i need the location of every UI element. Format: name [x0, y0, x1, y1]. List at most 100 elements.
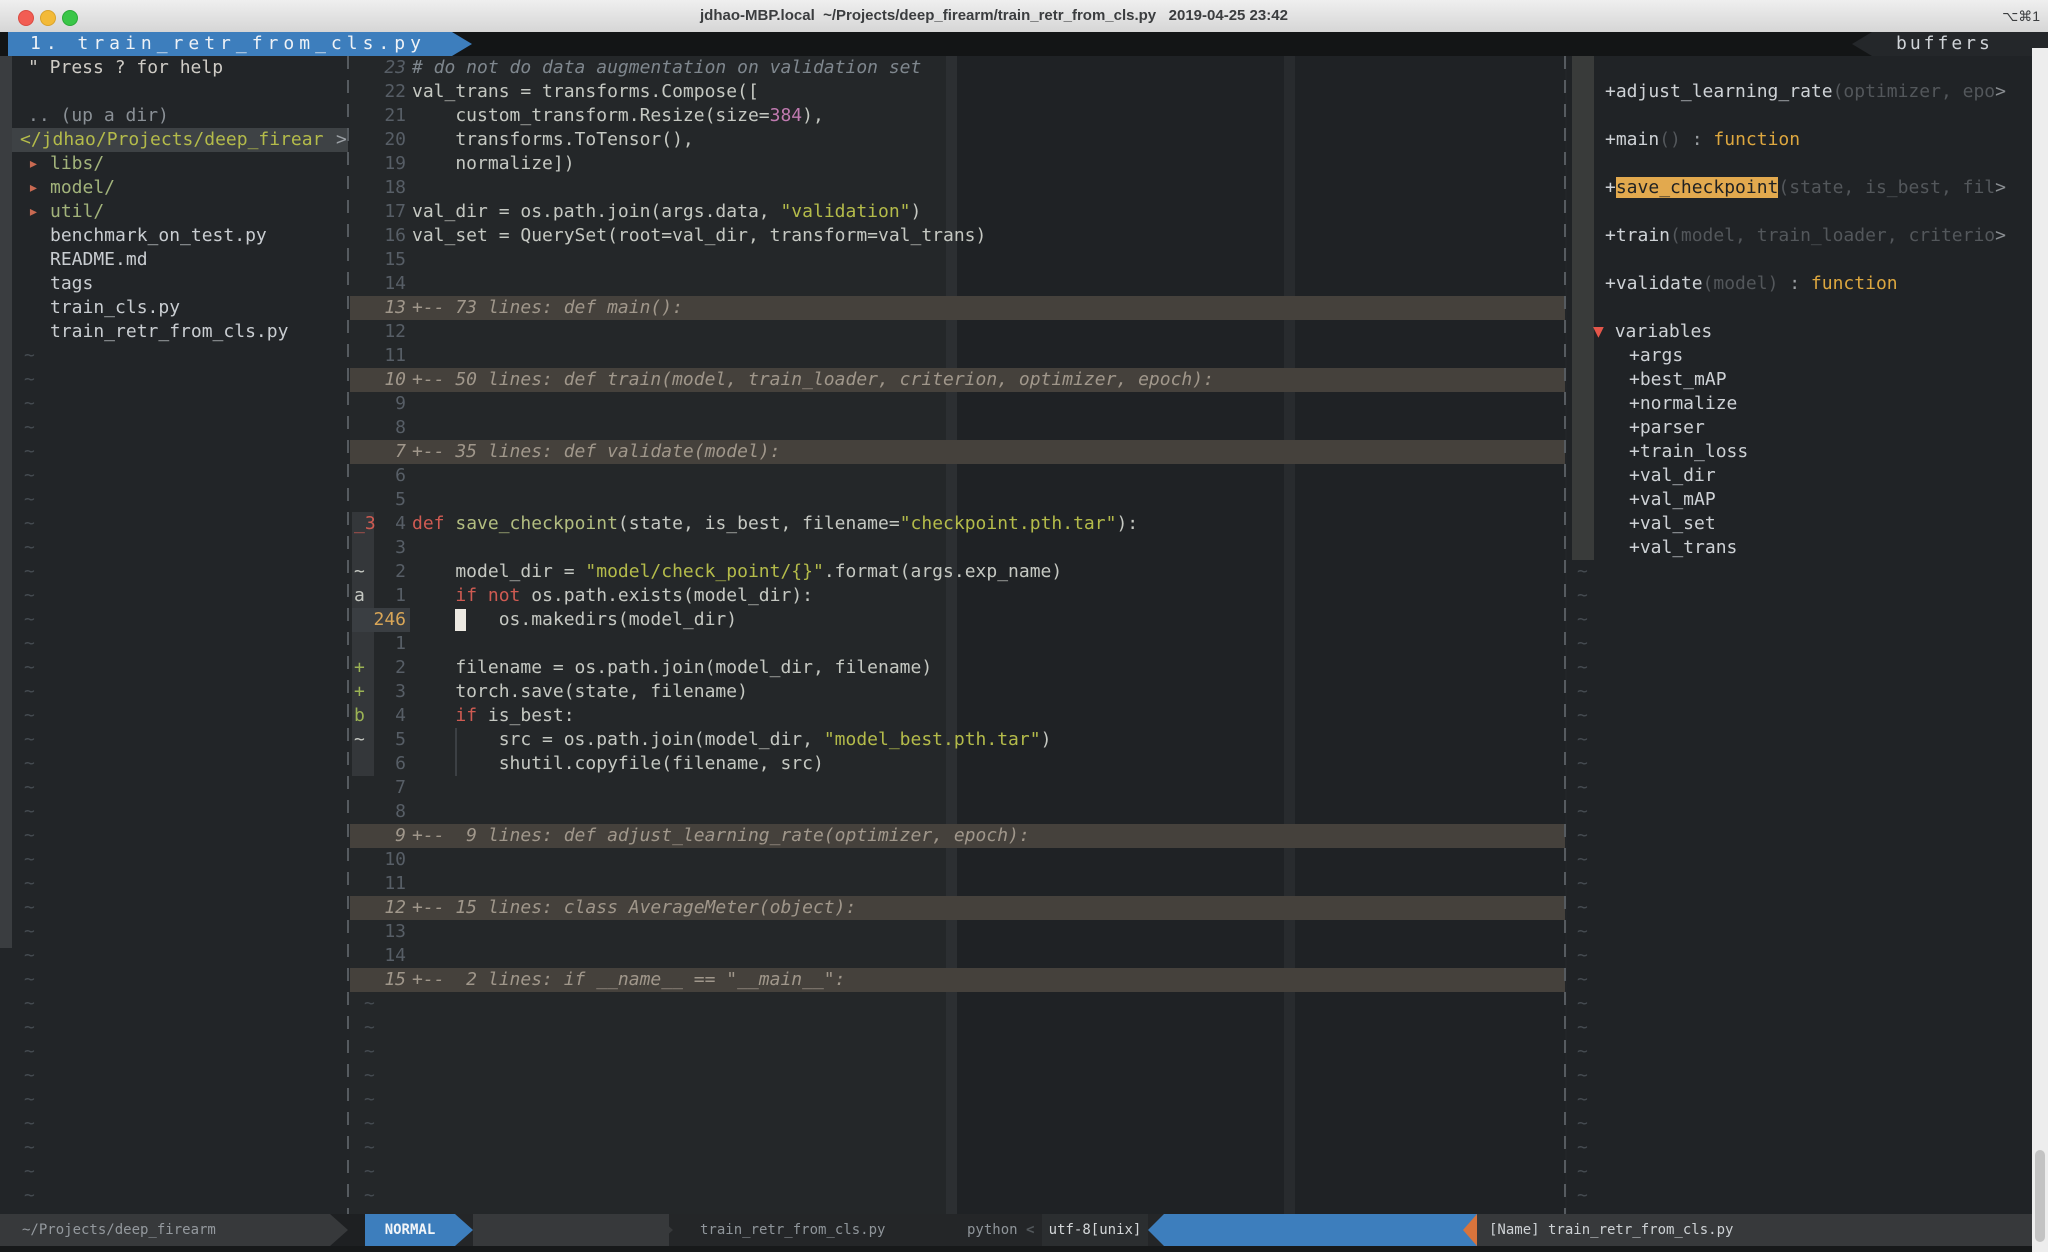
scrollbar-thumb[interactable]: [2035, 1150, 2045, 1242]
code-line[interactable]: 1 if not os.path.exists(model_dir):a: [350, 584, 1565, 608]
tree-dir-model[interactable]: ▸model/: [0, 176, 348, 200]
tag-row[interactable]: [1567, 248, 2032, 272]
tag-var[interactable]: +val_trans: [1567, 536, 2048, 560]
tag-validate[interactable]: +validate(model) : function: [1567, 272, 2048, 296]
code-line[interactable]: 1: [350, 632, 1565, 656]
code-line[interactable]: 8: [350, 800, 1565, 824]
scrollbar[interactable]: [2032, 48, 2048, 1252]
position-segment: 86% ≡ 246/284ln : 5: [1164, 1214, 1493, 1246]
empty-line-tilde: ~: [1577, 992, 1588, 1016]
code-line[interactable]: 3: [350, 536, 1565, 560]
indent-guide: [455, 752, 457, 776]
code-line[interactable]: 3 torch.save(state, filename)+: [350, 680, 1565, 704]
code-line[interactable]: 15: [350, 248, 1565, 272]
code-line[interactable]: 11: [350, 872, 1565, 896]
tag-var[interactable]: +best_mAP: [1567, 368, 2048, 392]
code-line[interactable]: 16val_set = QuerySet(root=val_dir, trans…: [350, 224, 1565, 248]
code-line[interactable]: 12: [350, 320, 1565, 344]
code-line[interactable]: 21 custom_transform.Resize(size=384),: [350, 104, 1565, 128]
tag-row[interactable]: [1567, 200, 2032, 224]
tree-root[interactable]: </jdhao/Projects/deep_firear>: [0, 128, 348, 152]
tree-up-dir[interactable]: .. (up a dir): [0, 104, 348, 128]
tree-dir-util[interactable]: ▸util/: [0, 200, 348, 224]
tree-file[interactable]: benchmark_on_test.py: [0, 224, 348, 248]
empty-line-tilde: ~: [24, 368, 35, 392]
code-line[interactable]: 246 os.makedirs(model_dir): [350, 608, 1565, 632]
tag-var[interactable]: +args: [1567, 344, 2048, 368]
code-line[interactable]: 8: [350, 416, 1565, 440]
code-line[interactable]: 23# do not do data augmentation on valid…: [350, 56, 1565, 80]
window-split-left[interactable]: [347, 56, 349, 1214]
code-line[interactable]: 14: [350, 272, 1565, 296]
tag-section-variables[interactable]: ▼ variables: [1567, 320, 2048, 344]
tag-adjust-learning-rate[interactable]: +adjust_learning_rate(optimizer, epo>: [1567, 80, 2048, 104]
tag-var[interactable]: +train_loss: [1567, 440, 2048, 464]
code-line[interactable]: 5 src = os.path.join(model_dir, "model_b…: [350, 728, 1565, 752]
code-line[interactable]: 20 transforms.ToTensor(),: [350, 128, 1565, 152]
tag-var[interactable]: +val_dir: [1567, 464, 2048, 488]
line-number: 12: [350, 896, 406, 920]
tag-row[interactable]: [1567, 152, 2032, 176]
code-line[interactable]: 9: [350, 392, 1565, 416]
tag-save-checkpoint[interactable]: +save_checkpoint(state, is_best, fil>: [1567, 176, 2048, 200]
tag-var[interactable]: +normalize: [1567, 392, 2048, 416]
code-line[interactable]: 13: [350, 920, 1565, 944]
code-line[interactable]: 10: [350, 848, 1565, 872]
tree-item-label: </jdhao/Projects/deep_firear: [20, 128, 323, 152]
line-number: 13: [350, 920, 406, 944]
folded-line[interactable]: 7+-- 35 lines: def validate(model):: [350, 440, 1565, 464]
minimize-button[interactable]: [40, 10, 56, 26]
folded-line[interactable]: 10+-- 50 lines: def train(model, train_l…: [350, 368, 1565, 392]
tree-help[interactable]: " Press ? for help: [0, 56, 348, 80]
statusline-filename: train_retr_from_cls.py: [700, 1214, 885, 1246]
tag-label: (model, train_loader, criterio: [1670, 225, 1995, 246]
code-line[interactable]: 2 model_dir = "model/check_point/{}".for…: [350, 560, 1565, 584]
tag-var[interactable]: +val_mAP: [1567, 488, 2048, 512]
line-text: val_dir = os.path.join(args.data, "valid…: [412, 200, 921, 224]
dir-arrow-icon[interactable]: ▸: [28, 176, 39, 200]
code-line[interactable]: 6 shutil.copyfile(filename, src): [350, 752, 1565, 776]
tree-file[interactable]: train_cls.py: [0, 296, 348, 320]
text-cursor: [455, 609, 466, 631]
code-line[interactable]: 11: [350, 344, 1565, 368]
tree-row[interactable]: [0, 80, 348, 104]
tree-file[interactable]: README.md: [0, 248, 348, 272]
zoom-button[interactable]: [62, 10, 78, 26]
empty-line-tilde: ~: [24, 560, 35, 584]
tag-var[interactable]: +parser: [1567, 416, 2048, 440]
dir-arrow-icon[interactable]: ▸: [28, 200, 39, 224]
code-line[interactable]: 2 filename = os.path.join(model_dir, fil…: [350, 656, 1565, 680]
tag-label: +validate: [1605, 273, 1703, 294]
tree-file[interactable]: tags: [0, 272, 348, 296]
code-line[interactable]: 18: [350, 176, 1565, 200]
dir-arrow-icon[interactable]: ▸: [28, 152, 39, 176]
code-line[interactable]: 17val_dir = os.path.join(args.data, "val…: [350, 200, 1565, 224]
code-line[interactable]: 7: [350, 776, 1565, 800]
close-button[interactable]: [18, 10, 34, 26]
tag-train[interactable]: +train(model, train_loader, criterio>: [1567, 224, 2048, 248]
tree-file[interactable]: train_retr_from_cls.py: [0, 320, 348, 344]
tag-row[interactable]: [1567, 296, 2032, 320]
empty-line-tilde: ~: [24, 344, 35, 368]
code-line[interactable]: 4 if is_best:b: [350, 704, 1565, 728]
tab-train-retr-from-cls[interactable]: 1. train_retr_from_cls.py: [8, 32, 452, 56]
line-number: 23: [350, 56, 406, 80]
code-line[interactable]: 14: [350, 944, 1565, 968]
editor-window[interactable]: 23# do not do data augmentation on valid…: [350, 56, 1565, 1214]
tag-main[interactable]: +main() : function: [1567, 128, 2048, 152]
tag-row[interactable]: [1567, 104, 2032, 128]
folded-line[interactable]: 15+-- 2 lines: if __name__ == "__main__"…: [350, 968, 1565, 992]
line-number: 18: [350, 176, 406, 200]
code-line[interactable]: 19 normalize]): [350, 152, 1565, 176]
folded-line[interactable]: 12+-- 15 lines: class AverageMeter(objec…: [350, 896, 1565, 920]
code-line[interactable]: 5: [350, 488, 1565, 512]
code-line[interactable]: 22val_trans = transforms.Compose([: [350, 80, 1565, 104]
code-line[interactable]: 4def save_checkpoint(state, is_best, fil…: [350, 512, 1565, 536]
code-line[interactable]: 6: [350, 464, 1565, 488]
folded-line[interactable]: 9+-- 9 lines: def adjust_learning_rate(o…: [350, 824, 1565, 848]
tag-row[interactable]: [1567, 56, 2032, 80]
window-split-right[interactable]: [1564, 56, 1566, 1214]
tree-dir-libs[interactable]: ▸libs/: [0, 152, 348, 176]
tag-var[interactable]: +val_set: [1567, 512, 2048, 536]
folded-line[interactable]: 13+-- 73 lines: def main():: [350, 296, 1565, 320]
